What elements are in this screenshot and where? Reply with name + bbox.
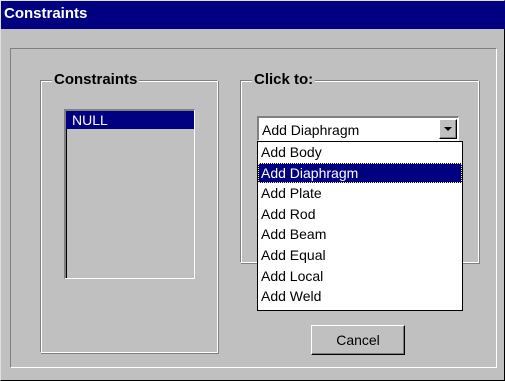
click-to-group-title: Click to: bbox=[252, 71, 316, 88]
dropdown-option-add-body[interactable]: Add Body bbox=[258, 142, 462, 163]
constraints-group-title: Constraints bbox=[52, 71, 140, 88]
dropdown-option-add-equal[interactable]: Add Equal bbox=[258, 245, 462, 266]
action-dropdown-list[interactable]: Add Body Add Diaphragm Add Plate Add Rod… bbox=[257, 141, 463, 311]
cancel-button[interactable]: Cancel bbox=[311, 325, 405, 355]
list-item[interactable]: NULL bbox=[66, 111, 194, 129]
combobox-value: Add Diaphragm bbox=[262, 122, 360, 138]
cancel-button-label: Cancel bbox=[336, 332, 380, 348]
dropdown-option-add-diaphragm[interactable]: Add Diaphragm bbox=[258, 162, 462, 184]
action-combobox[interactable]: Add Diaphragm bbox=[257, 116, 459, 141]
chevron-down-icon bbox=[444, 127, 452, 131]
title-bar[interactable]: Constraints bbox=[1, 1, 505, 29]
dropdown-option-add-local[interactable]: Add Local bbox=[258, 266, 462, 287]
dropdown-option-add-beam[interactable]: Add Beam bbox=[258, 224, 462, 245]
dropdown-option-add-plate[interactable]: Add Plate bbox=[258, 183, 462, 204]
dropdown-button[interactable] bbox=[439, 119, 457, 139]
dropdown-option-add-rod[interactable]: Add Rod bbox=[258, 204, 462, 225]
dropdown-option-add-weld[interactable]: Add Weld bbox=[258, 286, 462, 307]
dialog-window: Constraints Constraints NULL Click to: A… bbox=[0, 0, 505, 381]
window-title: Constraints bbox=[4, 5, 88, 22]
constraints-listbox[interactable]: NULL bbox=[64, 109, 195, 279]
